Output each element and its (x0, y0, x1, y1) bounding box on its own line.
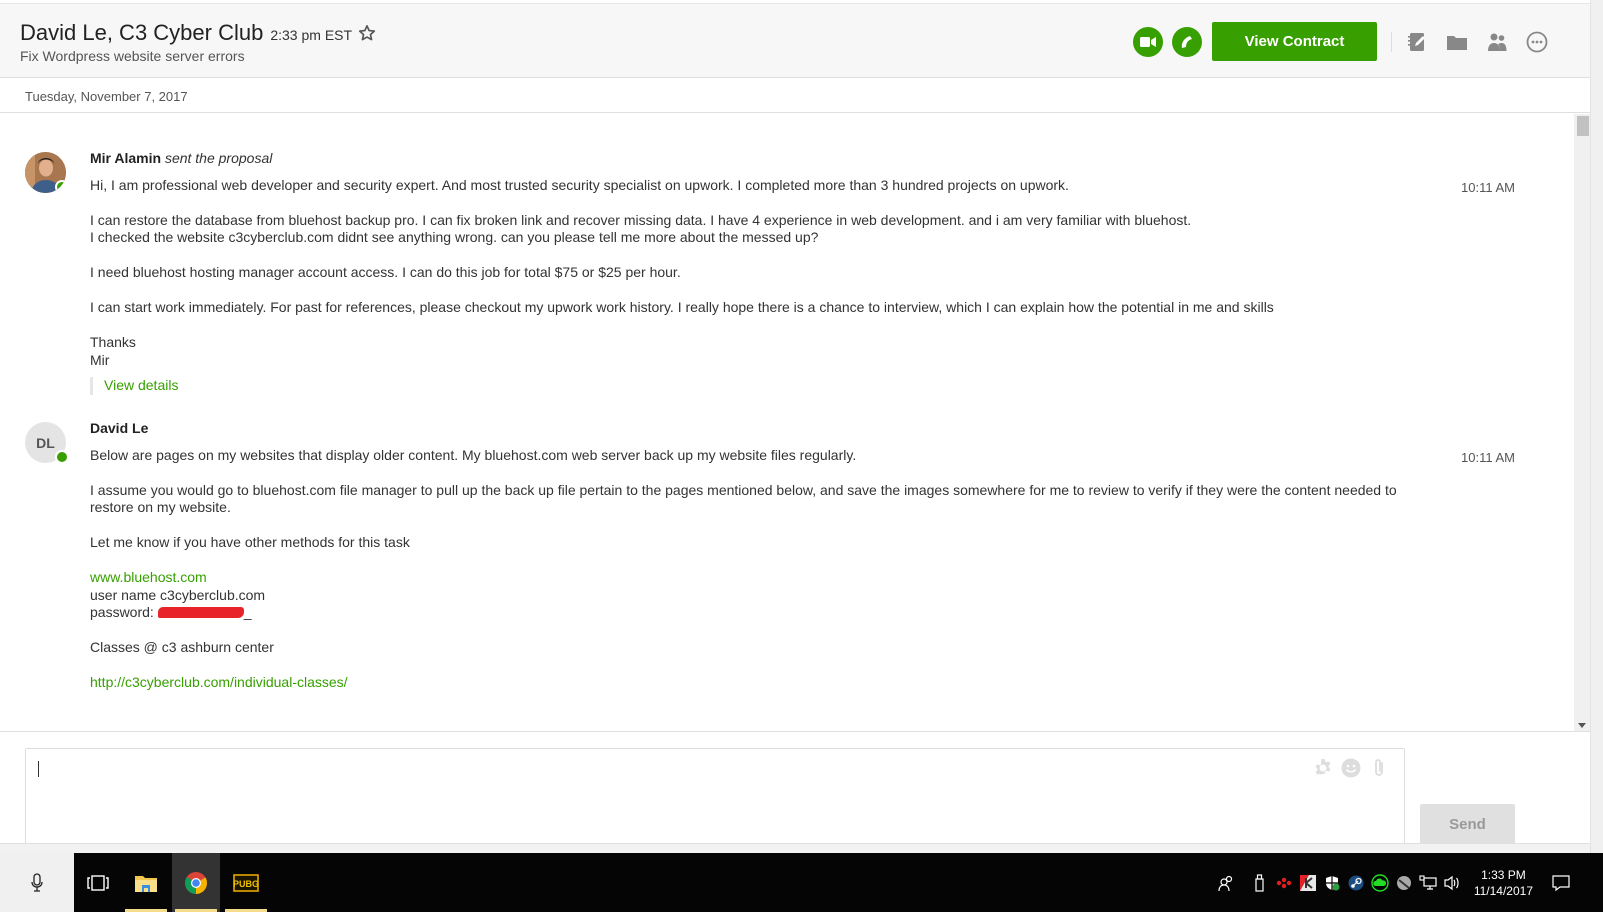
message-paragraph: I can restore the database from bluehost… (90, 211, 1192, 246)
microphone-icon (31, 872, 43, 892)
composer-area: Send (0, 731, 1590, 844)
paperclip-icon (1375, 759, 1383, 776)
sender-name: Mir Alamin (90, 150, 162, 166)
file-explorer-icon (135, 875, 157, 892)
room-subtitle: Fix Wordpress website server errors (20, 48, 245, 64)
bluehost-link[interactable]: www.bluehost.com (90, 569, 207, 585)
online-status-indicator (55, 180, 66, 193)
chrome-button[interactable] (172, 853, 220, 912)
task-view-icon (87, 874, 109, 891)
defender-tray-icon[interactable] (1320, 871, 1344, 895)
speaker-app-tray-icon[interactable] (1392, 871, 1416, 895)
message-list[interactable]: Mir Alamin sent the proposal Hi, I am pr… (0, 114, 1590, 731)
folder-icon (1447, 35, 1467, 50)
action-center-button[interactable] (1549, 871, 1573, 895)
emoji-button[interactable] (1340, 757, 1362, 779)
avatar-initials: DL (36, 434, 55, 451)
file-explorer-button[interactable] (122, 853, 170, 912)
video-call-icon (1140, 36, 1156, 47)
date-divider: Tuesday, November 7, 2017 (0, 79, 1590, 113)
more-icon (1526, 31, 1548, 52)
notification-icon (1552, 874, 1570, 891)
taskbar-clock[interactable]: 1:33 PM 11/14/2017 (1474, 867, 1533, 899)
messages-app: David Le, C3 Cyber Club 2:33 pm EST Fix … (0, 0, 1590, 872)
emoji-icon (1341, 758, 1361, 778)
system-tray: 1:33 PM 11/14/2017 (1214, 853, 1603, 912)
message-input[interactable] (25, 748, 1405, 844)
network-tray-icon[interactable] (1416, 871, 1440, 895)
avatar[interactable] (25, 152, 66, 193)
local-time: 2:33 pm EST (270, 27, 353, 43)
people-tray-icon[interactable] (1214, 871, 1238, 895)
redaction-mark (157, 607, 244, 618)
room-title: David Le, C3 Cyber Club (20, 20, 264, 45)
send-button[interactable]: Send (1420, 804, 1515, 844)
pubg-button[interactable]: PUBG (222, 853, 270, 912)
files-button[interactable] (1444, 29, 1470, 55)
avatar[interactable]: DL (25, 422, 69, 464)
message-content: David Le Below are pages on my websites … (90, 420, 1410, 692)
people-icon (1488, 33, 1507, 51)
date-divider-label: Tuesday, November 7, 2017 (25, 89, 188, 104)
video-call-button[interactable] (1133, 26, 1163, 57)
password-label: password: (90, 604, 154, 620)
people-button[interactable] (1484, 29, 1510, 55)
text-caret (38, 761, 39, 777)
message-paragraph: I assume you would go to bluehost.com fi… (90, 481, 1397, 516)
volume-tray-icon[interactable] (1440, 871, 1464, 895)
favorite-star-icon[interactable] (358, 24, 376, 42)
notes-button[interactable] (1404, 29, 1430, 55)
room-header: David Le, C3 Cyber Club 2:33 pm EST Fix … (0, 3, 1590, 78)
settings-button[interactable] (1312, 757, 1334, 779)
header-divider (1391, 31, 1392, 52)
attach-file-button[interactable] (1368, 757, 1390, 779)
message-list-scrollbar[interactable] (1574, 114, 1590, 731)
message-paragraph: Hi, I am professional web developer and … (90, 176, 1069, 193)
message-time: 10:11 AM (1461, 450, 1515, 465)
more-options-button[interactable] (1524, 29, 1550, 55)
message-signature: Thanks Mir (90, 334, 136, 368)
message-time: 10:11 AM (1461, 180, 1515, 195)
gear-icon (1315, 759, 1331, 775)
scrollbar-thumb[interactable] (1577, 116, 1589, 136)
bottom-gap (0, 843, 1590, 853)
cloud-sync-tray-icon[interactable] (1368, 871, 1392, 895)
password-line: password: _ (90, 604, 1410, 622)
view-details-link[interactable]: View details (104, 377, 178, 393)
password-suffix: _ (243, 604, 252, 620)
username-line: user name c3cyberclub.com (90, 586, 266, 603)
scroll-down-arrow-icon[interactable] (1578, 723, 1586, 728)
usb-tray-icon[interactable] (1248, 871, 1272, 895)
message-content: Mir Alamin sent the proposal Hi, I am pr… (90, 150, 1410, 395)
online-status-indicator (55, 450, 69, 464)
steam-tray-icon[interactable] (1344, 871, 1368, 895)
pubg-icon: PUBG (233, 873, 259, 892)
view-contract-button[interactable]: View Contract (1212, 22, 1377, 61)
notes-icon (1408, 32, 1425, 51)
svg-text:PUBG: PUBG (233, 879, 259, 889)
phone-call-button[interactable] (1172, 26, 1202, 57)
message-paragraph: Let me know if you have other methods fo… (90, 534, 410, 550)
individual-classes-link[interactable]: http://c3cyberclub.com/individual-classe… (90, 674, 348, 690)
page-scrollbar-gutter (1590, 0, 1603, 853)
message-paragraph: Below are pages on my websites that disp… (90, 446, 857, 463)
windows-taskbar: PUBG 1:33 PM 11/14/2017 (0, 853, 1603, 912)
kaspersky-tray-icon[interactable] (1296, 871, 1320, 895)
sender-name: David Le (90, 420, 149, 436)
sender-action: sent the proposal (164, 150, 273, 166)
message-paragraph: I can start work immediately. For past f… (90, 299, 1274, 315)
message-paragraph: Classes @ c3 ashburn center (90, 639, 274, 655)
proposal-details-box: View details (90, 377, 1410, 395)
cortana-voice-button[interactable] (0, 853, 74, 912)
clock-time: 1:33 PM (1481, 867, 1526, 882)
phone-call-icon (1181, 35, 1192, 48)
app-red-tray-icon[interactable] (1272, 871, 1296, 895)
clock-date: 11/14/2017 (1473, 883, 1533, 898)
message-paragraph: I need bluehost hosting manager account … (90, 264, 681, 280)
chrome-icon (185, 871, 207, 894)
task-view-button[interactable] (74, 853, 122, 912)
